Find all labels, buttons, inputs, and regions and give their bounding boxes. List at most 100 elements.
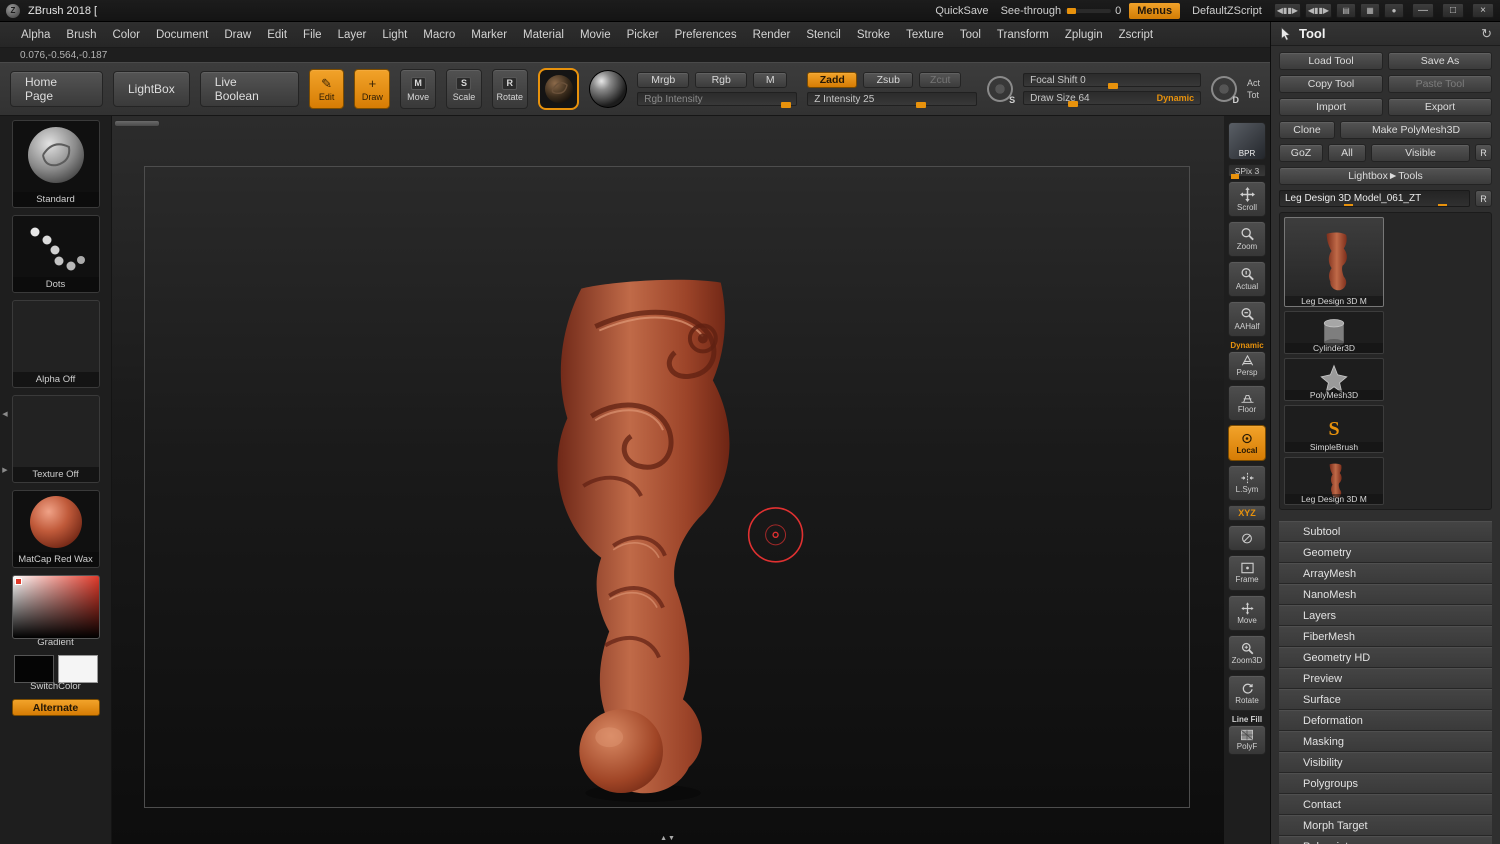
see-through-slider[interactable]: See-through 0 (1001, 5, 1122, 17)
import-button[interactable]: Import (1279, 98, 1383, 116)
tool-section-row[interactable]: Visibility (1279, 752, 1492, 773)
titlebar-widget-icon[interactable]: ▤ (1336, 3, 1356, 18)
lightbox-tools-button[interactable]: Lightbox►Tools (1279, 167, 1492, 185)
frame-button[interactable]: Frame (1228, 555, 1266, 591)
focal-shift-slider[interactable]: Focal Shift 0 (1023, 73, 1202, 89)
rotate-mode-button[interactable]: R Rotate (491, 69, 528, 109)
tool-section-row[interactable]: NanoMesh (1279, 584, 1492, 605)
menu-item[interactable]: Picker (620, 26, 666, 44)
xyz-axis-button[interactable]: XYZ (1228, 505, 1266, 521)
load-tool-button[interactable]: Load Tool (1279, 52, 1383, 70)
alpha-selector[interactable]: Alpha Off (11, 300, 100, 388)
tool-thumb-leg-small[interactable]: Leg Design 3D M (1284, 457, 1384, 505)
menu-item[interactable]: Light (375, 26, 414, 44)
menu-item[interactable]: Zscript (1112, 26, 1161, 44)
edit-mode-button[interactable]: ✎ Edit (308, 69, 345, 109)
close-button[interactable]: × (1472, 3, 1494, 18)
menu-item[interactable]: Preferences (668, 26, 744, 44)
tot-label[interactable]: Tot (1247, 90, 1260, 100)
zoom-button[interactable]: Zoom (1228, 221, 1266, 257)
zcut-button[interactable]: Zcut (919, 72, 962, 88)
menu-item[interactable]: Document (149, 26, 215, 44)
minimize-button[interactable]: — (1412, 3, 1434, 18)
draw-size-slider[interactable]: Draw Size 64 Dynamic (1023, 91, 1202, 107)
menu-item[interactable]: Render (746, 26, 798, 44)
menu-item[interactable]: Movie (573, 26, 618, 44)
maximize-button[interactable]: □ (1442, 3, 1464, 18)
canvas-scrollbar-handle[interactable] (114, 120, 160, 127)
mrgb-button[interactable]: Mrgb (637, 72, 690, 88)
paste-tool-button[interactable]: Paste Tool (1388, 75, 1492, 93)
spix-handle[interactable] (1231, 174, 1239, 179)
document-area[interactable] (144, 166, 1190, 808)
tool-section-row[interactable]: Geometry HD (1279, 647, 1492, 668)
bpr-render-button[interactable]: BPR (1228, 122, 1266, 160)
tool-section-row[interactable]: Morph Target (1279, 815, 1492, 836)
scroll-button[interactable]: Scroll (1228, 181, 1266, 217)
menu-item[interactable]: Material (516, 26, 571, 44)
menu-item[interactable]: Zplugin (1058, 26, 1110, 44)
stroke-selector[interactable]: Dots (11, 215, 100, 293)
floor-button[interactable]: Floor (1228, 385, 1266, 421)
rgb-button[interactable]: Rgb (695, 72, 748, 88)
make-polymesh3d-button[interactable]: Make PolyMesh3D (1340, 121, 1492, 139)
titlebar-widget-icon[interactable]: ▦ (1360, 3, 1380, 18)
tool-section-row[interactable]: Deformation (1279, 710, 1492, 731)
rotate-canvas-button[interactable]: Rotate (1228, 675, 1266, 711)
current-tool-name[interactable]: Leg Design 3D Model_061_ZT (1279, 190, 1470, 207)
left-panel-divider[interactable]: ◀ ▶ (0, 22, 10, 844)
texture-selector[interactable]: Texture Off (11, 395, 100, 483)
menu-item[interactable]: Stroke (850, 26, 897, 44)
export-button[interactable]: Export (1388, 98, 1492, 116)
live-boolean-button[interactable]: Live Boolean (199, 71, 299, 107)
tool-thumb-cylinder3d[interactable]: Cylinder3D (1284, 311, 1384, 354)
lightbox-button[interactable]: LightBox (113, 71, 190, 107)
zadd-button[interactable]: Zadd (807, 72, 858, 88)
home-page-button[interactable]: Home Page (10, 71, 103, 107)
line-fill-label[interactable]: Line Fill (1232, 715, 1262, 724)
dynamic-mode-label[interactable]: Dynamic (1157, 93, 1195, 103)
material-selector[interactable]: MatCap Red Wax (11, 490, 100, 568)
tool-thumb-current[interactable]: Leg Design 3D M (1284, 217, 1384, 307)
z-intensity-slider[interactable]: Z Intensity 25 (807, 92, 978, 108)
persp-button[interactable]: Persp (1228, 351, 1266, 381)
menus-toggle-button[interactable]: Menus (1129, 2, 1181, 19)
menu-item[interactable]: Edit (260, 26, 294, 44)
tool-section-row[interactable]: ArrayMesh (1279, 563, 1492, 584)
tool-section-row[interactable]: Geometry (1279, 542, 1492, 563)
tool-section-row[interactable]: Preview (1279, 668, 1492, 689)
goz-r-button[interactable]: R (1475, 144, 1492, 161)
tool-section-row[interactable]: Contact (1279, 794, 1492, 815)
transp-button[interactable] (1228, 525, 1266, 551)
main-color-swatch[interactable] (13, 655, 54, 683)
switchcolor-label[interactable]: SwitchColor (30, 681, 81, 692)
tool-section-row[interactable]: Layers (1279, 605, 1492, 626)
quicksave-button[interactable]: QuickSave (931, 4, 992, 18)
menu-item[interactable]: Brush (59, 26, 103, 44)
tool-section-row[interactable]: Polypaint (1279, 836, 1492, 844)
divider-arrow-icon-2[interactable]: ▶ (2, 466, 7, 474)
menu-item[interactable]: Stencil (799, 26, 848, 44)
menu-item[interactable]: Layer (331, 26, 374, 44)
tool-section-row[interactable]: Masking (1279, 731, 1492, 752)
menu-item[interactable]: Tool (953, 26, 988, 44)
titlebar-widget-icon[interactable]: ◀▮▮▶ (1304, 3, 1332, 18)
menu-item[interactable]: Marker (464, 26, 514, 44)
dynamic-persp-label[interactable]: Dynamic (1230, 341, 1263, 350)
current-material-preview[interactable] (589, 70, 628, 108)
aahalf-button[interactable]: AAHalf (1228, 301, 1266, 337)
move-mode-button[interactable]: M Move (400, 69, 437, 109)
see-through-track[interactable] (1065, 7, 1112, 14)
menu-item[interactable]: Alpha (14, 26, 57, 44)
tool-thumb-polymesh3d[interactable]: PolyMesh3D (1284, 358, 1384, 401)
draw-size-handle[interactable] (1068, 101, 1079, 107)
clone-button[interactable]: Clone (1279, 121, 1335, 139)
local-symmetry-button[interactable]: L.Sym (1228, 465, 1266, 501)
polyframe-button[interactable]: PolyF (1228, 725, 1266, 755)
menu-item[interactable]: Transform (990, 26, 1056, 44)
secondary-color-swatch[interactable] (57, 655, 98, 683)
titlebar-widget-icon[interactable]: ● (1384, 3, 1404, 18)
rgb-intensity-slider[interactable]: Rgb Intensity (637, 92, 798, 108)
brush-selector[interactable]: Standard (11, 120, 100, 208)
tool-section-row[interactable]: Subtool (1279, 521, 1492, 542)
